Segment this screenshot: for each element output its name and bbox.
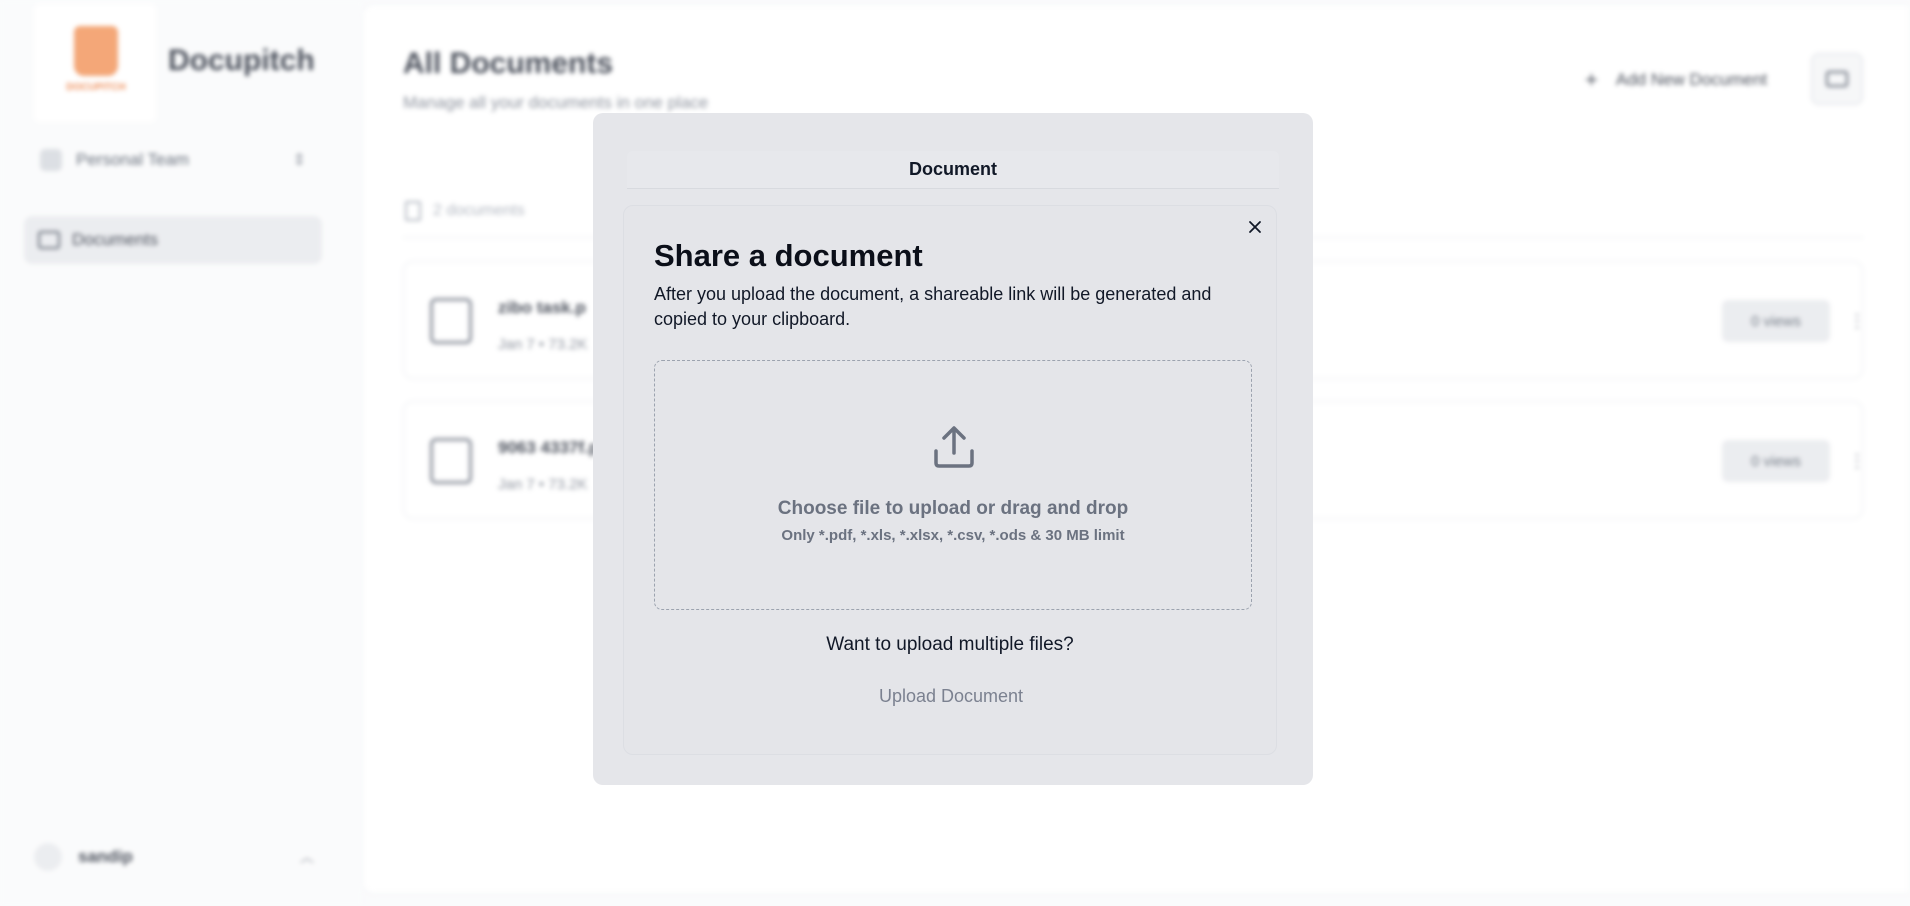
file-dropzone[interactable]: Choose file to upload or drag and drop O… [654, 360, 1252, 610]
dropzone-hint: Only *.pdf, *.xls, *.xlsx, *.csv, *.ods … [781, 527, 1125, 544]
share-card: Share a document After you upload the do… [623, 205, 1277, 755]
tab-document[interactable]: Document [627, 151, 1279, 189]
upload-multiple-link[interactable]: Want to upload multiple files? [624, 634, 1276, 656]
upload-document-button[interactable]: Upload Document [851, 676, 1051, 716]
close-icon [1249, 221, 1261, 233]
close-button[interactable] [1242, 214, 1268, 240]
modal-description: After you upload the document, a shareab… [654, 284, 1212, 329]
dropzone-title: Choose file to upload or drag and drop [777, 498, 1129, 519]
modal-title: Share a document [654, 238, 923, 273]
share-document-modal: Document Share a document After you uplo… [593, 113, 1313, 785]
upload-icon [934, 426, 974, 468]
